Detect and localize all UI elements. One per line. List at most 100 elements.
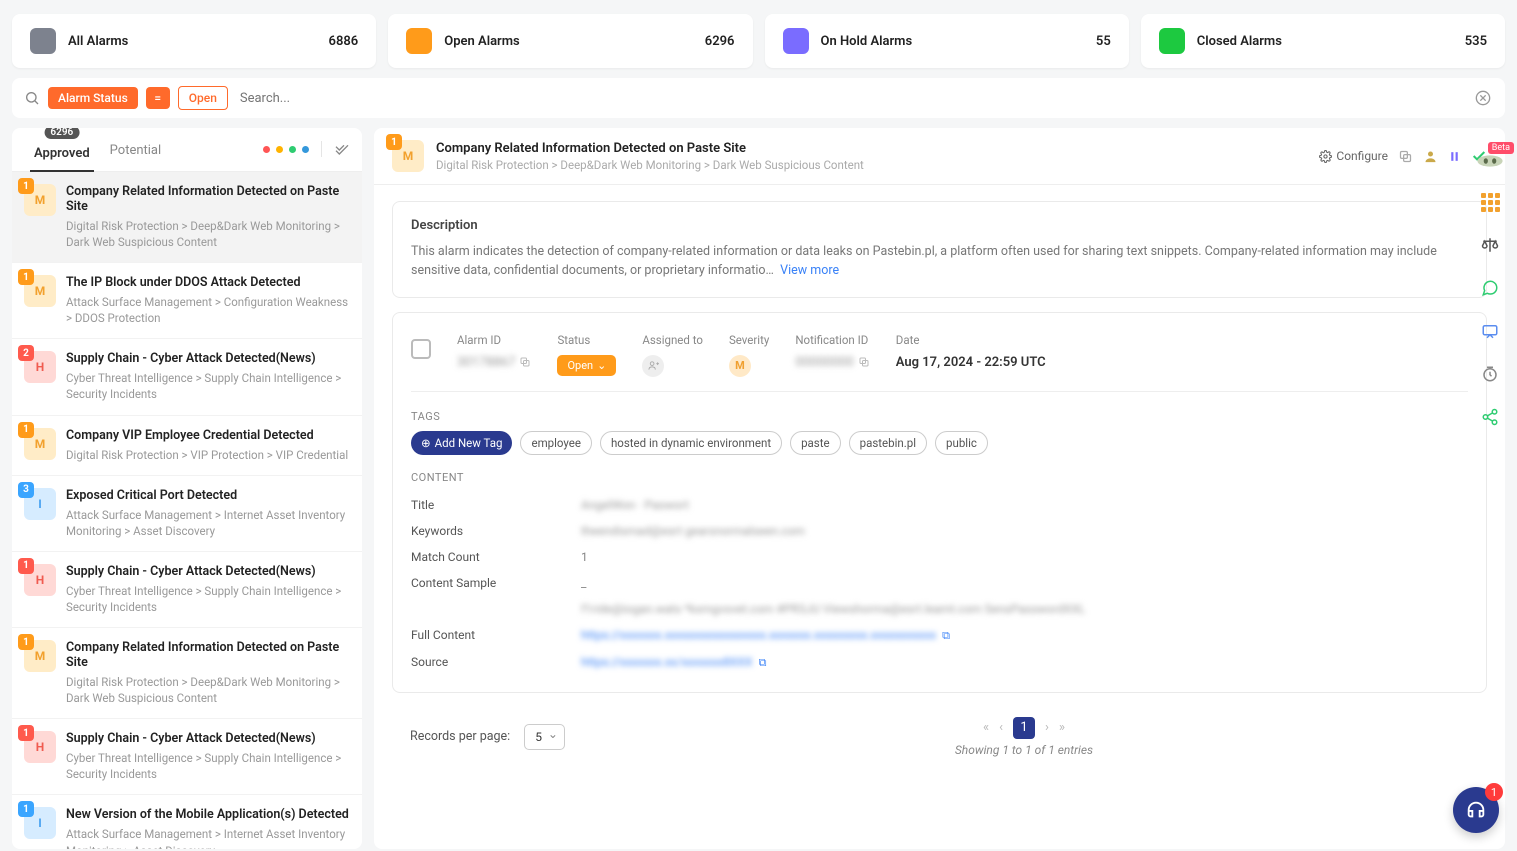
content-row: Keywordstheendismad@esrt gearsnormalseen… — [411, 518, 1468, 544]
filter-chip-status[interactable]: Alarm Status — [48, 87, 138, 109]
search-icon[interactable] — [24, 90, 40, 106]
alarm-severity-indicator: 1M — [24, 428, 56, 463]
list-item[interactable]: 1HSupply Chain - Cyber Attack Detected(N… — [12, 552, 362, 628]
list-item[interactable]: 3IExposed Critical Port DetectedAttack S… — [12, 476, 362, 552]
severity-dot-icon[interactable] — [276, 146, 283, 153]
filter-bar: Alarm Status = Open — [12, 78, 1505, 118]
copy-icon[interactable] — [858, 355, 870, 369]
filter-chip-operator[interactable]: = — [146, 87, 170, 109]
tag[interactable]: employee — [520, 431, 591, 455]
list-item[interactable]: 1HSupply Chain - Cyber Attack Detected(N… — [12, 719, 362, 795]
alarm-severity-indicator: 1I — [24, 807, 56, 849]
list-item[interactable]: 1MThe IP Block under DDOS Attack Detecte… — [12, 263, 362, 339]
assign-icon[interactable] — [1423, 148, 1438, 163]
summary-count: 6296 — [705, 34, 735, 49]
tag[interactable]: hosted in dynamic environment — [600, 431, 782, 455]
external-link-icon[interactable]: ⧉ — [942, 629, 950, 642]
content-row: f1ride@iogan.wats *kxmgvsvet.com #PR3JU … — [411, 596, 1468, 622]
content-row: Content Sample_ — [411, 570, 1468, 596]
alarm-severity-indicator: 2H — [24, 351, 56, 402]
select-checkbox[interactable] — [411, 339, 431, 359]
copy-icon[interactable] — [519, 355, 531, 369]
search-input[interactable] — [236, 87, 1493, 110]
tab-potential[interactable]: Potential — [100, 131, 172, 168]
configure-button[interactable]: Configure — [1319, 149, 1388, 163]
list-item[interactable]: 1M Company Related Information Detected o… — [12, 628, 362, 719]
chevron-down-icon: ⌄ — [597, 359, 606, 372]
list-item[interactable]: 1MCompany VIP Employee Credential Detect… — [12, 416, 362, 476]
message-icon[interactable] — [1481, 276, 1499, 297]
records-per-page-select[interactable]: 5 — [524, 724, 565, 750]
pager-next-icon[interactable]: › — [1045, 720, 1049, 735]
apps-grid-icon[interactable] — [1481, 193, 1499, 211]
content-key: Full Content — [411, 628, 581, 643]
summary-open-alarms[interactable]: Open Alarms 6296 — [388, 14, 752, 68]
severity-dot-icon[interactable] — [289, 146, 296, 153]
pager-first-icon[interactable]: « — [983, 720, 989, 735]
summary-title: All Alarms — [68, 34, 128, 49]
list-item[interactable]: 2HSupply Chain - Cyber Attack Detected(N… — [12, 339, 362, 415]
content-link[interactable]: https://xxxxxxx.xx/xxxxxxx8XXX — [581, 655, 753, 669]
alarm-id-blur: 30178867 — [457, 355, 515, 370]
alarm-title: Company Related Information Detected on … — [66, 184, 350, 214]
alarm-severity-indicator: 1M — [24, 275, 56, 326]
summary-count: 535 — [1465, 34, 1487, 49]
count-badge: 1 — [18, 422, 34, 438]
ai-assist-icon[interactable]: Beta — [1476, 150, 1504, 171]
summary-onhold-alarms[interactable]: On Hold Alarms 55 — [765, 14, 1129, 68]
view-more-link[interactable]: View more — [780, 263, 839, 278]
content-key: Content Sample — [411, 576, 581, 590]
pager-last-icon[interactable]: » — [1059, 720, 1065, 735]
description-text: This alarm indicates the detection of co… — [411, 243, 1468, 281]
clear-filter-icon[interactable] — [1475, 90, 1491, 106]
alarm-path: Digital Risk Protection > Deep&Dark Web … — [66, 674, 350, 706]
tag[interactable]: paste — [790, 431, 841, 455]
filter-chip-value[interactable]: Open — [178, 86, 228, 110]
add-tag-button[interactable]: ⊕ Add New Tag — [411, 431, 512, 455]
assignee-avatar[interactable] — [642, 355, 664, 377]
scale-icon[interactable] — [1481, 233, 1499, 254]
pager-prev-icon[interactable]: ‹ — [999, 720, 1003, 735]
severity-dot-icon[interactable] — [302, 146, 309, 153]
alarm-title: Company Related Information Detected on … — [66, 640, 350, 670]
share-icon[interactable] — [1481, 405, 1499, 426]
tab-approved[interactable]: 6296 Approved — [24, 128, 100, 171]
pager-current[interactable]: 1 — [1013, 717, 1035, 739]
alarm-path: Attack Surface Management > Internet Ass… — [66, 507, 350, 539]
status-dropdown[interactable]: Open ⌄ — [557, 355, 616, 376]
count-badge: 1 — [18, 725, 34, 741]
list-item[interactable]: 1INew Version of the Mobile Application(… — [12, 795, 362, 849]
alarm-path: Cyber Threat Intelligence > Supply Chain… — [66, 750, 350, 782]
severity-dot-icon[interactable] — [263, 146, 270, 153]
count-badge: 1 — [18, 801, 34, 817]
content-link[interactable]: https://xxxxxxx.xxxxxxxxxxxxxxxxx.xxxxxx… — [581, 628, 936, 642]
alarm-id-value: 30178867 — [457, 355, 531, 370]
copy-all-icon[interactable] — [1398, 148, 1413, 163]
external-link-icon[interactable]: ⧉ — [759, 656, 767, 669]
summary-closed-alarms[interactable]: Closed Alarms 535 — [1141, 14, 1505, 68]
tab-label: Approved — [34, 146, 90, 161]
notification-id-label: Notification ID — [795, 333, 869, 347]
list-item[interactable]: 1MCompany Related Information Detected o… — [12, 172, 362, 263]
select-all-icon[interactable] — [334, 141, 350, 157]
content-key: Title — [411, 498, 581, 512]
chat-support-button[interactable]: 1 — [1453, 787, 1499, 833]
count-badge: 3 — [18, 482, 34, 498]
tag[interactable]: pastebin.pl — [849, 431, 927, 455]
alarm-severity-indicator: 1M — [24, 640, 56, 706]
content-key — [411, 602, 581, 616]
alarm-severity-indicator: 1 M — [392, 140, 424, 172]
right-rail: Beta — [1463, 130, 1517, 851]
tag[interactable]: public — [935, 431, 988, 455]
summary-title: Open Alarms — [444, 34, 519, 49]
description-content: This alarm indicates the detection of co… — [411, 244, 1437, 278]
content-row: Full Contenthttps://xxxxxxx.xxxxxxxxxxxx… — [411, 622, 1468, 649]
detail-title: Company Related Information Detected on … — [436, 141, 864, 156]
chat-icon[interactable] — [1481, 319, 1499, 340]
chat-badge: 1 — [1485, 783, 1503, 801]
pause-icon[interactable] — [1448, 149, 1461, 164]
records-label: Records per page: — [410, 729, 510, 744]
content-key: Keywords — [411, 524, 581, 538]
summary-all-alarms[interactable]: All Alarms 6886 — [12, 14, 376, 68]
clock-icon[interactable] — [1481, 362, 1499, 383]
